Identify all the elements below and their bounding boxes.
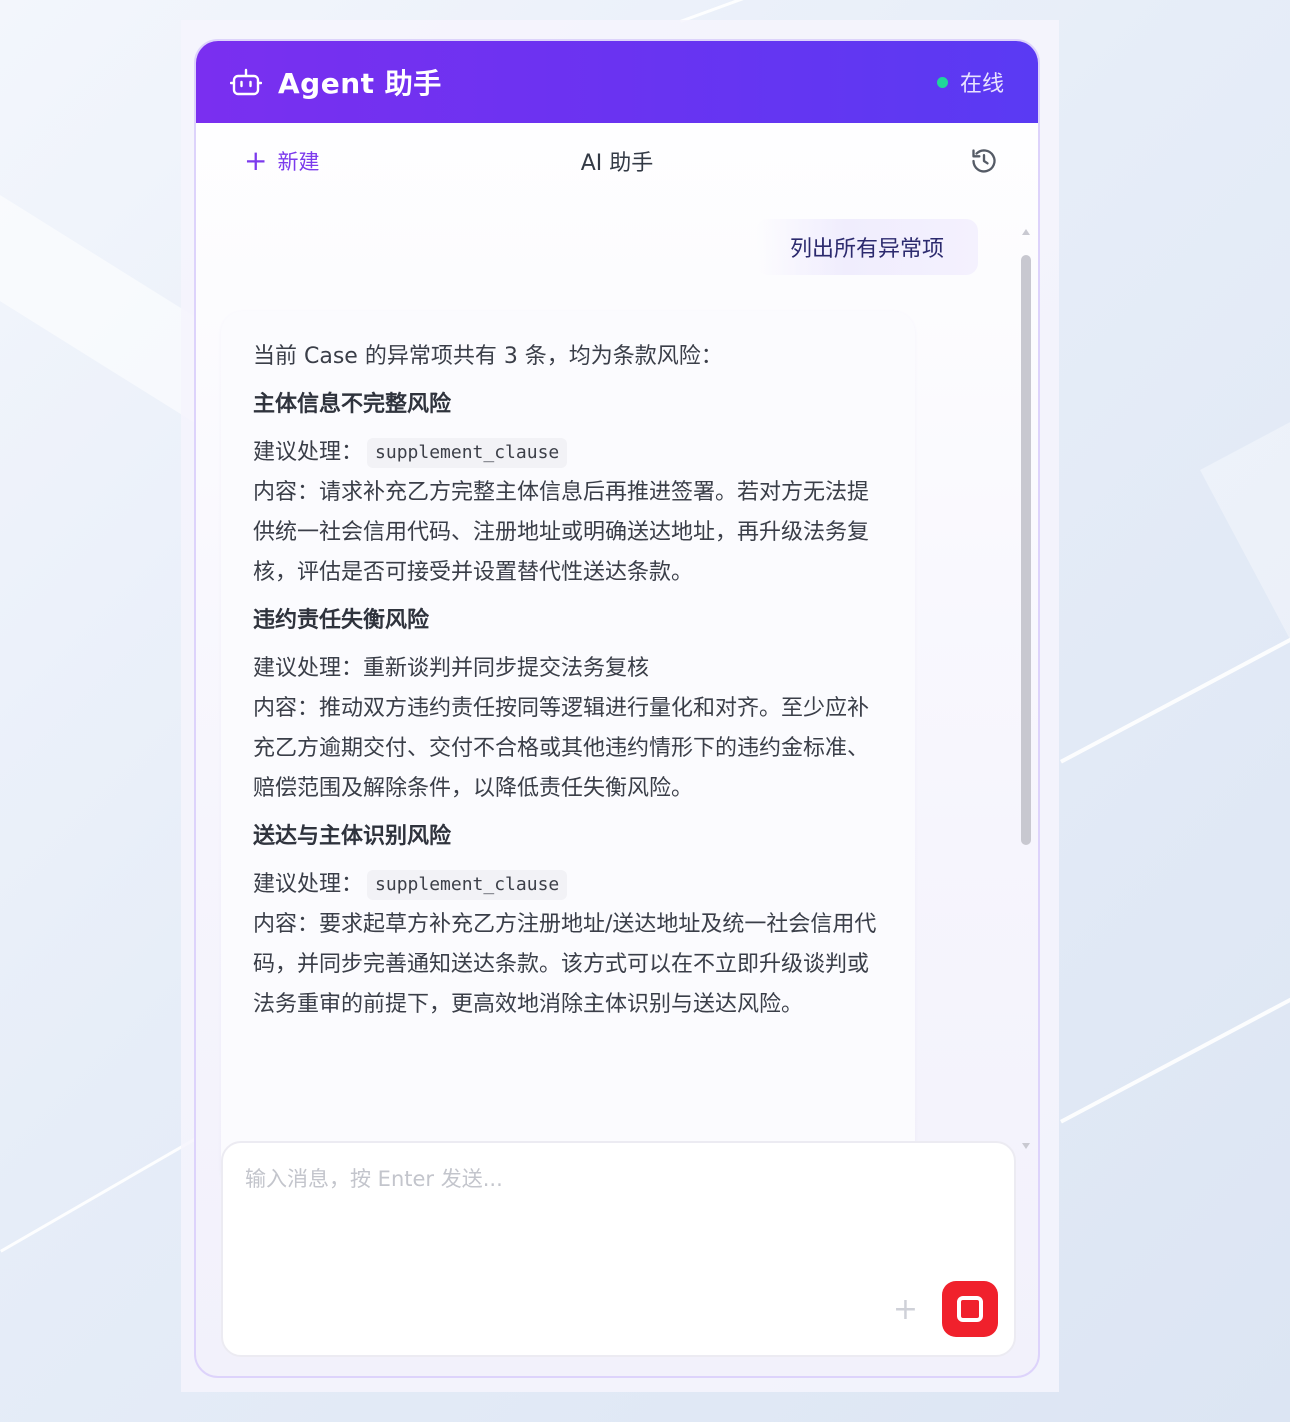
anomaly-title: 主体信息不完整风险 [253, 392, 452, 417]
assistant-message-bubble: 当前 Case 的异常项共有 3 条，均为条款风险： 主体信息不完整风险 建议处… [221, 311, 915, 1191]
anomaly-content: 内容：请求补充乙方完整主体信息后再推进签署。若对方无法提供统一社会信用代码、注册… [253, 480, 870, 585]
scroll-down-arrow-icon[interactable] [1022, 1143, 1030, 1149]
message-scrollbar[interactable] [1020, 229, 1032, 1149]
panel-title: Agent 助手 [278, 67, 442, 100]
chat-title: AI 助手 [580, 151, 654, 176]
suggestion-text: 重新谈判并同步提交法务复核 [363, 656, 650, 681]
user-message-bubble: 列出所有异常项 [755, 219, 978, 275]
anomaly-title: 送达与主体识别风险 [253, 824, 452, 849]
online-status: 在线 [936, 66, 1004, 98]
anomaly-item: 送达与主体识别风险 建议处理： supplement_clause 内容：要求起… [253, 817, 883, 1025]
history-icon[interactable] [970, 147, 998, 175]
anomaly-item: 违约责任失衡风险 建议处理： 重新谈判并同步提交法务复核 内容：推动双方违约责任… [253, 601, 883, 809]
suggestion-label: 建议处理： [253, 656, 364, 681]
anomaly-item: 主体信息不完整风险 建议处理： supplement_clause 内容：请求补… [253, 385, 883, 593]
stop-generation-button[interactable] [942, 1281, 998, 1337]
new-chat-button[interactable]: + 新建 [244, 146, 319, 176]
anomaly-suggestion: 建议处理： 重新谈判并同步提交法务复核 [253, 649, 883, 689]
stop-icon [957, 1296, 983, 1322]
new-chat-label: 新建 [277, 150, 320, 174]
suggestion-code: supplement_clause [367, 870, 568, 900]
plus-icon: + [244, 144, 268, 177]
anomaly-title: 违约责任失衡风险 [253, 608, 430, 633]
background-stripe [1060, 562, 1290, 764]
status-label: 在线 [959, 72, 1004, 97]
chat-toolbar: + 新建 AI 助手 [196, 123, 1038, 199]
anomaly-suggestion: 建议处理： supplement_clause [253, 865, 883, 905]
anomaly-suggestion: 建议处理： supplement_clause [253, 433, 883, 473]
scroll-up-arrow-icon[interactable] [1022, 229, 1030, 235]
assistant-intro: 当前 Case 的异常项共有 3 条，均为条款风险： [253, 344, 723, 369]
scrollbar-thumb[interactable] [1021, 255, 1031, 845]
add-attachment-icon[interactable]: + [893, 1295, 918, 1325]
agent-chat-panel: Agent 助手 在线 + 新建 AI 助手 列出所有异常项 当前 Case 的… [194, 39, 1040, 1378]
message-input[interactable] [245, 1163, 985, 1283]
robot-icon [230, 68, 262, 96]
background-stripe [1060, 922, 1290, 1124]
anomaly-content: 内容：要求起草方补充乙方注册地址/送达地址及统一社会信用代码，并同步完善通知送达… [253, 912, 877, 1017]
message-composer: + [221, 1141, 1016, 1357]
suggestion-code: supplement_clause [367, 438, 568, 468]
suggestion-label: 建议处理： [253, 440, 364, 465]
anomaly-content: 内容：推动双方违约责任按同等逻辑进行量化和对齐。至少应补充乙方逾期交付、交付不合… [253, 696, 870, 801]
suggestion-label: 建议处理： [253, 872, 364, 897]
window-frame: Agent 助手 在线 + 新建 AI 助手 列出所有异常项 当前 Case 的… [181, 20, 1059, 1392]
status-dot [936, 76, 948, 88]
background-stripe [1200, 376, 1290, 647]
panel-header: Agent 助手 在线 [196, 41, 1038, 123]
